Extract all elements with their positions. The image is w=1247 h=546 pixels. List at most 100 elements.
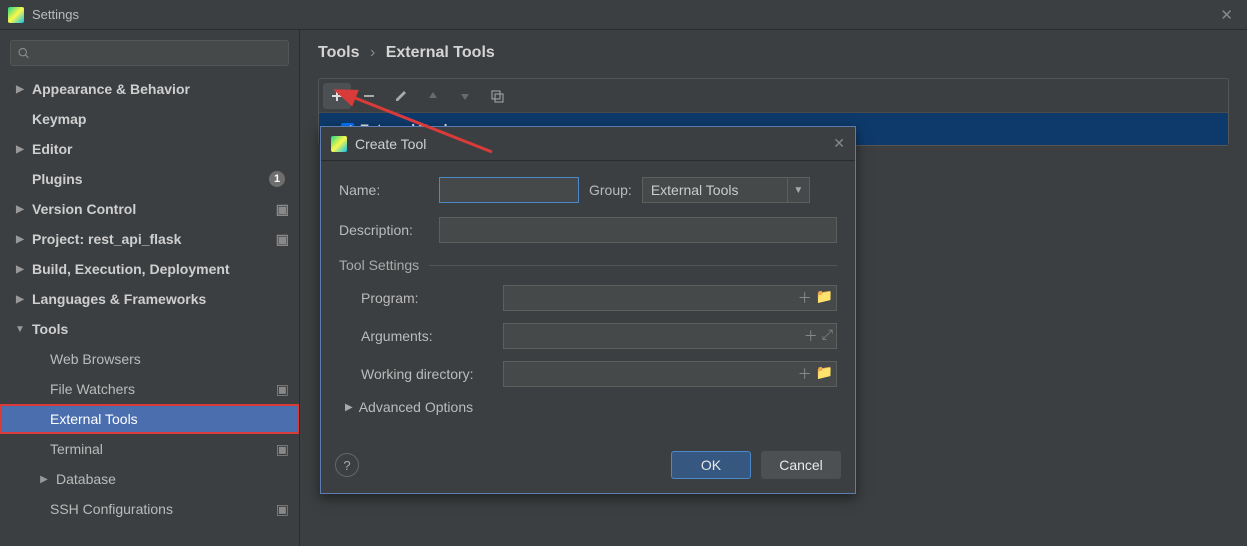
group-combobox[interactable]: External Tools ▼ xyxy=(642,177,810,203)
sidebar-item-label: Database xyxy=(56,471,289,487)
sidebar-item-web-browsers[interactable]: Web Browsers xyxy=(0,344,299,374)
sidebar-item-label: Editor xyxy=(32,141,289,157)
sidebar-item-label: Version Control xyxy=(32,201,270,217)
sidebar-item-plugins[interactable]: Plugins1 xyxy=(0,164,299,194)
chevron-right-icon: ▶ xyxy=(14,294,26,305)
group-label: Group: xyxy=(589,182,632,198)
description-label: Description: xyxy=(339,222,429,238)
sidebar-item-keymap[interactable]: Keymap xyxy=(0,104,299,134)
breadcrumb-sep: › xyxy=(370,44,375,61)
sidebar-item-label: Languages & Frameworks xyxy=(32,291,289,307)
breadcrumb: Tools › External Tools xyxy=(318,44,1229,62)
sidebar-item-build[interactable]: ▶ Build, Execution, Deployment xyxy=(0,254,299,284)
chevron-right-icon: ▶ xyxy=(14,144,26,155)
sidebar-item-label: Tools xyxy=(32,321,289,337)
dialog-title-bar: Create Tool ✕ xyxy=(321,127,855,161)
group-value: External Tools xyxy=(651,182,739,198)
sidebar-item-appearance[interactable]: ▶ Appearance & Behavior xyxy=(0,74,299,104)
expand-icon[interactable]: ⤢ xyxy=(822,326,833,346)
advanced-label: Advanced Options xyxy=(359,399,473,415)
chevron-right-icon: ▶ xyxy=(38,474,50,485)
tool-settings-section: Tool Settings xyxy=(339,257,837,273)
arguments-input[interactable] xyxy=(503,323,837,349)
sidebar-item-label: Terminal xyxy=(50,441,270,457)
settings-sidebar: ▶ Appearance & Behavior Keymap ▶ Editor Pl… xyxy=(0,30,300,546)
section-title: Tool Settings xyxy=(339,257,419,273)
search-icon xyxy=(17,46,30,60)
move-up-button[interactable] xyxy=(419,83,447,109)
name-label: Name: xyxy=(339,182,429,198)
sidebar-item-label: Keymap xyxy=(32,111,289,127)
sidebar-item-label: Web Browsers xyxy=(50,351,289,367)
chevron-down-icon: ▼ xyxy=(14,324,26,335)
create-tool-dialog: Create Tool ✕ Name: Group: External Tool… xyxy=(320,126,856,494)
browse-folder-icon[interactable]: 📁 xyxy=(816,288,833,308)
sidebar-item-ssh-config[interactable]: SSH Configurations ▣ xyxy=(0,494,299,524)
sidebar-item-label: External Tools xyxy=(50,411,289,427)
arguments-label: Arguments: xyxy=(361,328,491,344)
breadcrumb-leaf: External Tools xyxy=(386,44,495,61)
chevron-right-icon: ▶ xyxy=(14,234,26,245)
settings-search-field[interactable] xyxy=(34,46,282,61)
insert-macro-icon[interactable]: ＋ xyxy=(804,326,818,346)
sidebar-item-label: SSH Configurations xyxy=(50,501,270,517)
copy-tool-button[interactable] xyxy=(483,83,511,109)
dialog-close-button[interactable]: ✕ xyxy=(833,135,845,152)
project-scope-icon: ▣ xyxy=(276,501,289,518)
pycharm-icon xyxy=(331,136,347,152)
sidebar-item-file-watchers[interactable]: File Watchers ▣ xyxy=(0,374,299,404)
sidebar-item-languages[interactable]: ▶ Languages & Frameworks xyxy=(0,284,299,314)
project-scope-icon: ▣ xyxy=(276,441,289,458)
settings-search-input[interactable] xyxy=(10,40,289,66)
settings-tree: ▶ Appearance & Behavior Keymap ▶ Editor Pl… xyxy=(0,74,299,524)
insert-macro-icon[interactable]: ＋ xyxy=(798,364,812,384)
sidebar-item-project[interactable]: ▶Project: rest_api_flask▣ xyxy=(0,224,299,254)
program-label: Program: xyxy=(361,290,491,306)
pencil-icon xyxy=(394,89,408,103)
update-badge: 1 xyxy=(269,171,285,187)
help-button[interactable]: ? xyxy=(335,453,359,477)
move-down-button[interactable] xyxy=(451,83,479,109)
copy-icon xyxy=(490,89,504,103)
working-dir-label: Working directory: xyxy=(361,366,491,382)
edit-tool-button[interactable] xyxy=(387,83,415,109)
sidebar-item-label: Build, Execution, Deployment xyxy=(32,261,289,277)
chevron-right-icon: ▶ xyxy=(14,84,26,95)
ok-button[interactable]: OK xyxy=(671,451,751,479)
sidebar-item-vcs[interactable]: ▶ Version Control ▣ xyxy=(0,194,299,224)
window-title: Settings xyxy=(32,7,79,22)
sidebar-item-external-tools[interactable]: External Tools xyxy=(0,404,299,434)
cancel-button[interactable]: Cancel xyxy=(761,451,841,479)
title-bar: Settings ✕ xyxy=(0,0,1247,30)
add-tool-button[interactable] xyxy=(323,83,351,109)
sidebar-item-label: Appearance & Behavior xyxy=(32,81,289,97)
chevron-right-icon: ▶ xyxy=(345,402,353,413)
program-input[interactable] xyxy=(503,285,837,311)
chevron-down-icon: ▼ xyxy=(787,178,809,202)
dialog-title: Create Tool xyxy=(355,136,426,152)
tools-toolbar xyxy=(319,79,1228,113)
window-close-button[interactable]: ✕ xyxy=(1214,4,1239,26)
insert-macro-icon[interactable]: ＋ xyxy=(798,288,812,308)
project-scope-icon: ▣ xyxy=(276,201,289,218)
chevron-right-icon: ▶ xyxy=(14,204,26,215)
chevron-right-icon: ▶ xyxy=(14,264,26,275)
advanced-options-toggle[interactable]: ▶ Advanced Options xyxy=(339,399,837,415)
sidebar-item-database[interactable]: ▶ Database xyxy=(0,464,299,494)
working-dir-input[interactable] xyxy=(503,361,837,387)
arrow-up-icon xyxy=(427,90,439,102)
sidebar-item-label: Project: rest_api_flask xyxy=(32,231,270,247)
sidebar-item-tools[interactable]: ▼ Tools xyxy=(0,314,299,344)
sidebar-item-label: Plugins xyxy=(32,171,269,187)
browse-folder-icon[interactable]: 📁 xyxy=(816,364,833,384)
sidebar-item-label: File Watchers xyxy=(50,381,270,397)
pycharm-icon xyxy=(8,7,24,23)
remove-tool-button[interactable] xyxy=(355,83,383,109)
sidebar-item-editor[interactable]: ▶ Editor xyxy=(0,134,299,164)
tool-name-input[interactable] xyxy=(439,177,579,203)
breadcrumb-root[interactable]: Tools xyxy=(318,44,359,61)
project-scope-icon: ▣ xyxy=(276,381,289,398)
minus-icon xyxy=(362,89,376,103)
description-input[interactable] xyxy=(439,217,837,243)
sidebar-item-terminal[interactable]: Terminal ▣ xyxy=(0,434,299,464)
